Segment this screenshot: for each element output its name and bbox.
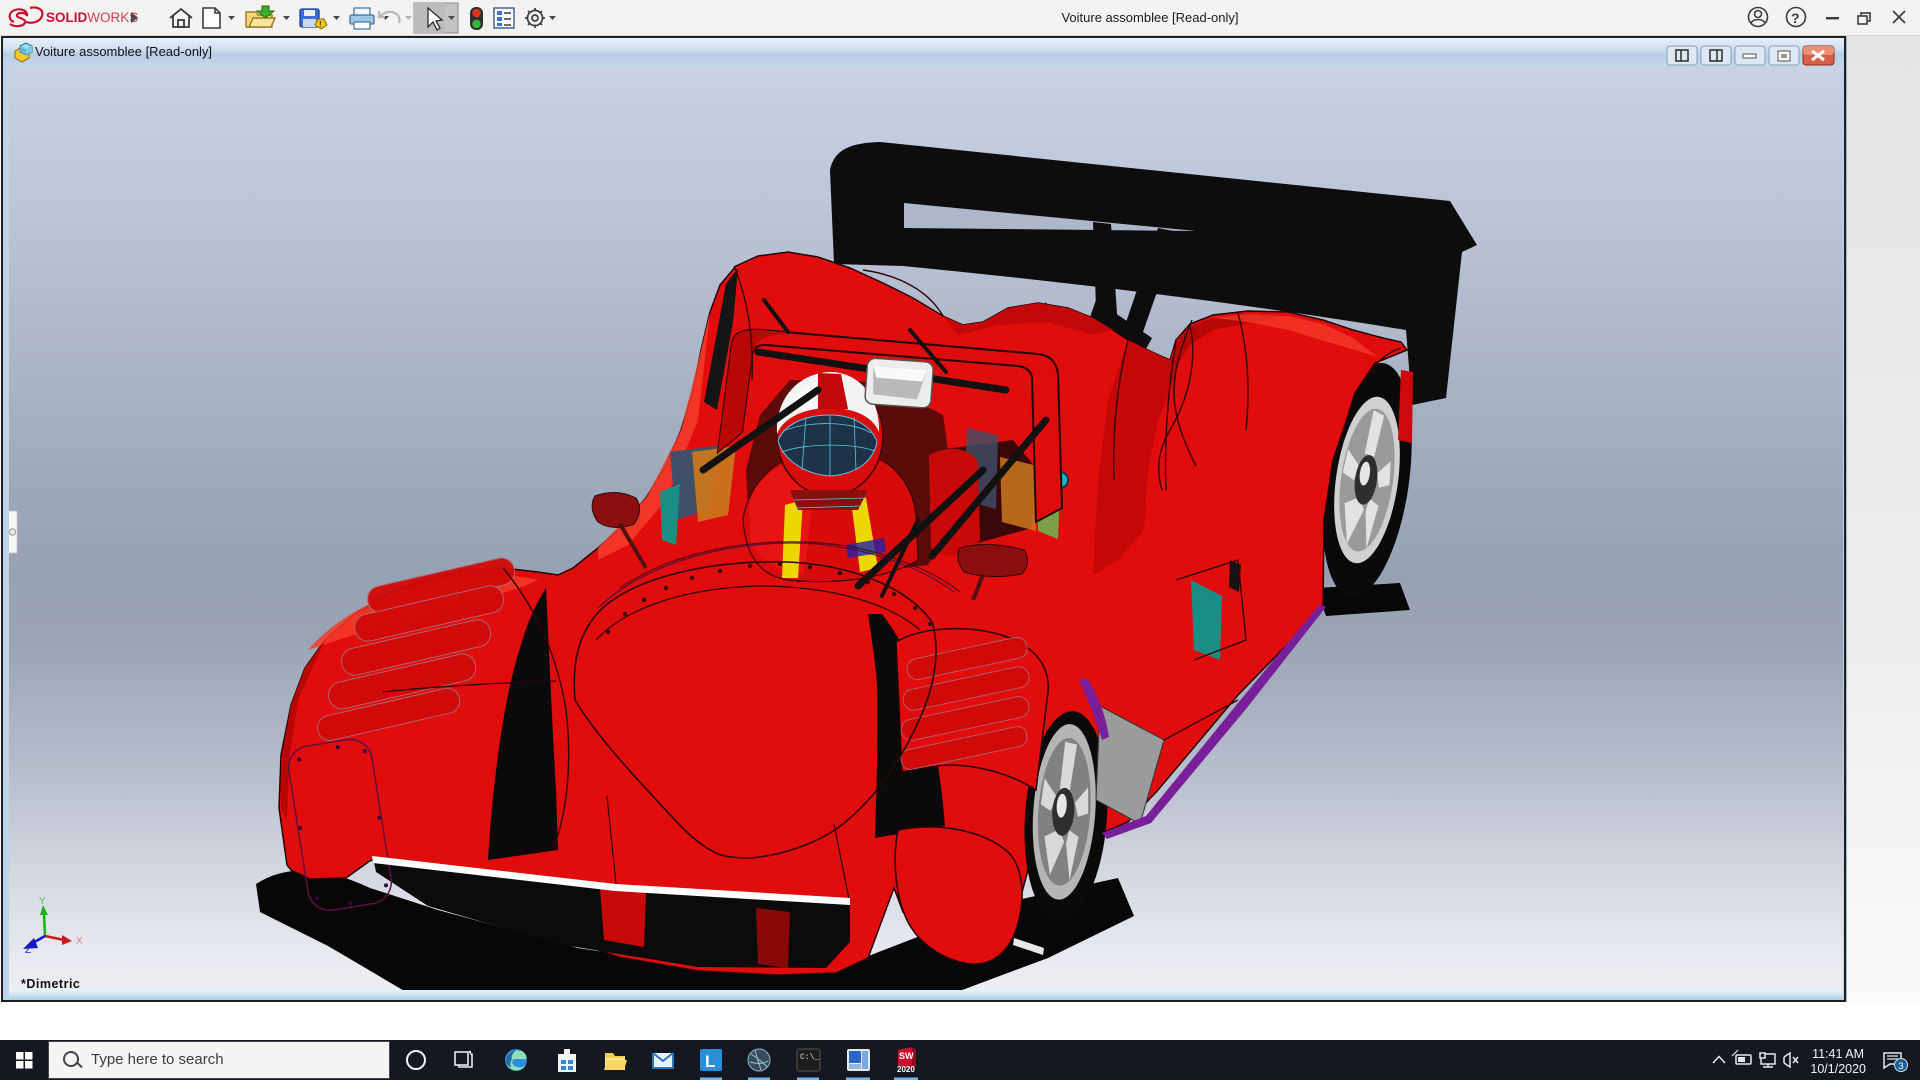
svg-text:X: X: [76, 936, 83, 947]
svg-text:SOLIDWORKS: SOLIDWORKS: [46, 10, 138, 25]
svg-text:!: !: [319, 20, 322, 29]
svg-text:Y: Y: [39, 896, 46, 907]
svg-text:11:41 AM: 11:41 AM: [1812, 1047, 1864, 1061]
svg-text:?: ?: [1791, 10, 1800, 26]
svg-text:L: L: [705, 1052, 715, 1071]
svg-text:10/1/2020: 10/1/2020: [1810, 1062, 1866, 1076]
svg-text:Z: Z: [25, 945, 31, 956]
svg-text:SW: SW: [899, 1051, 914, 1061]
svg-text:3: 3: [1898, 1061, 1903, 1072]
svg-text:C:\_: C:\_: [800, 1053, 819, 1062]
svg-text:2020: 2020: [897, 1065, 915, 1074]
svg-text:*Dimetric: *Dimetric: [21, 977, 80, 990]
